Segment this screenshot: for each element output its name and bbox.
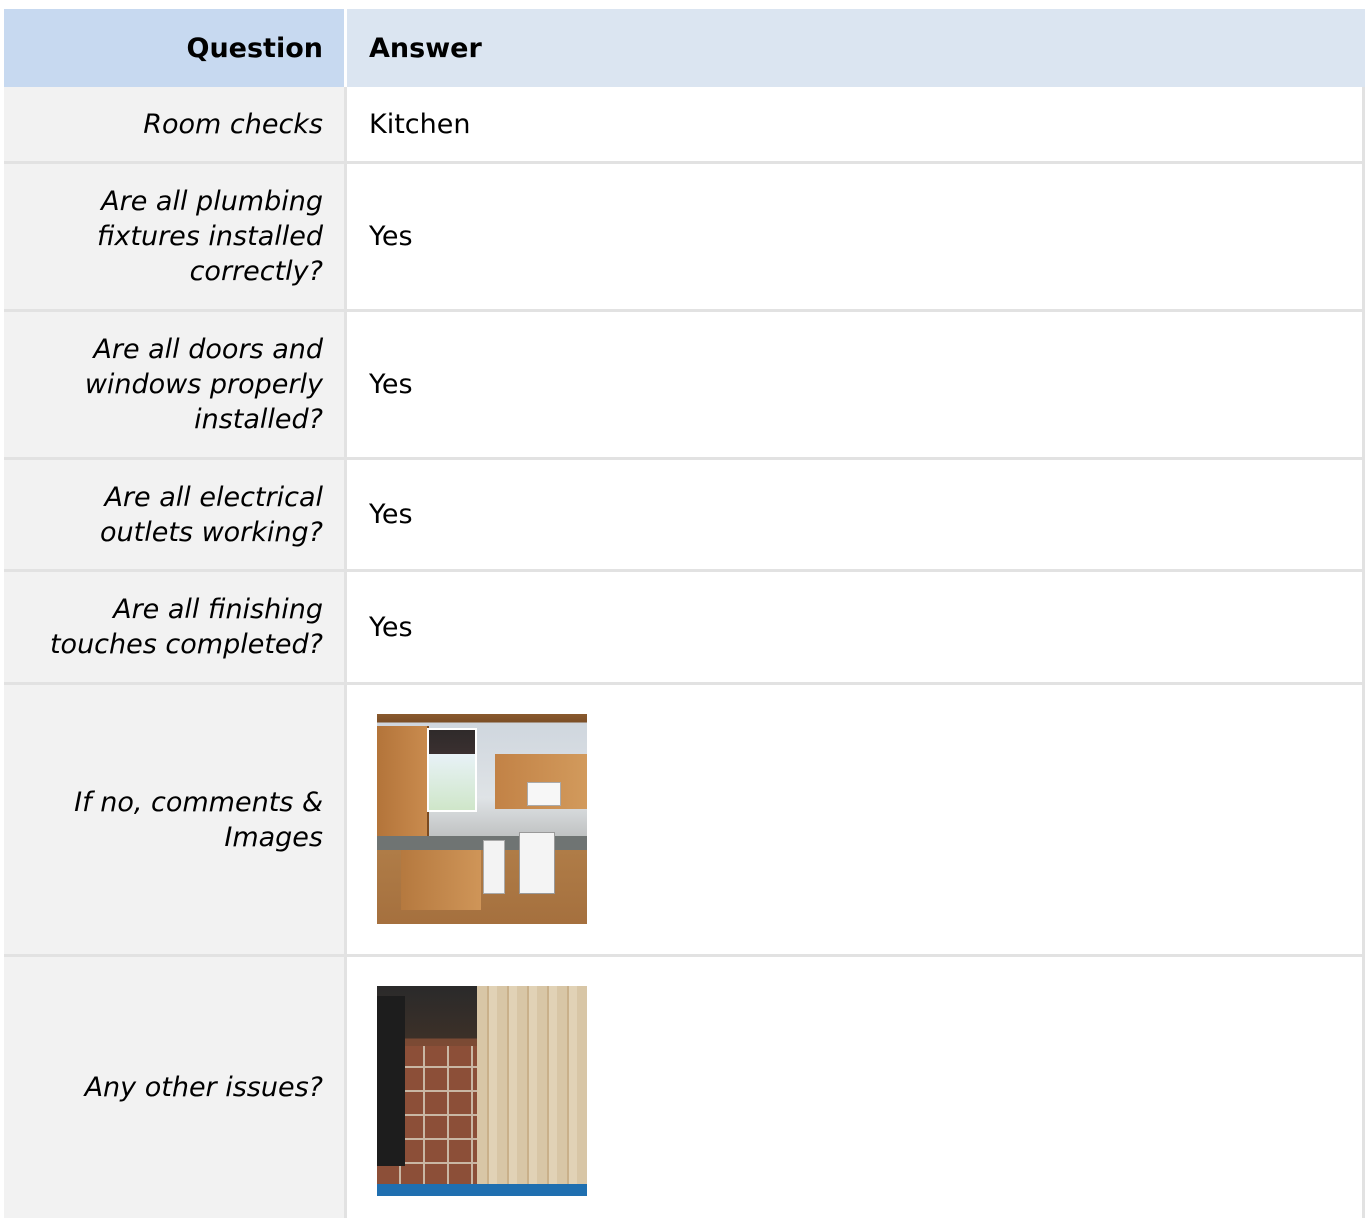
answer-cell: Kitchen <box>344 87 1365 164</box>
question-cell: Are all finishing touches completed? <box>4 572 344 685</box>
question-cell: Any other issues? <box>4 957 344 1218</box>
question-cell: Are all plumbing fixtures installed corr… <box>4 164 344 312</box>
table-row: Are all plumbing fixtures installed corr… <box>4 164 1365 312</box>
answer-cell: Yes <box>344 460 1365 572</box>
question-cell: If no, comments & Images <box>4 685 344 957</box>
question-cell: Are all doors and windows properly insta… <box>4 312 344 460</box>
table-row: If no, comments & Images <box>4 685 1365 957</box>
table-row: Are all finishing touches completed? Yes <box>4 572 1365 685</box>
answer-cell: Yes <box>344 312 1365 460</box>
boxes-photo[interactable] <box>377 986 587 1196</box>
checklist-table: Question Answer Room checks Kitchen Are … <box>4 9 1365 1218</box>
header-question: Question <box>4 9 344 87</box>
table-row: Room checks Kitchen <box>4 87 1365 164</box>
answer-cell <box>344 957 1365 1218</box>
answer-cell <box>344 685 1365 957</box>
answer-cell: Yes <box>344 572 1365 685</box>
answer-cell: Yes <box>344 164 1365 312</box>
question-cell: Room checks <box>4 87 344 164</box>
table-header: Question Answer <box>4 9 1365 87</box>
table-row: Are all doors and windows properly insta… <box>4 312 1365 460</box>
table-row: Any other issues? <box>4 957 1365 1218</box>
question-cell: Are all electrical outlets working? <box>4 460 344 572</box>
kitchen-photo[interactable] <box>377 714 587 924</box>
header-answer: Answer <box>344 9 1365 87</box>
table-row: Are all electrical outlets working? Yes <box>4 460 1365 572</box>
